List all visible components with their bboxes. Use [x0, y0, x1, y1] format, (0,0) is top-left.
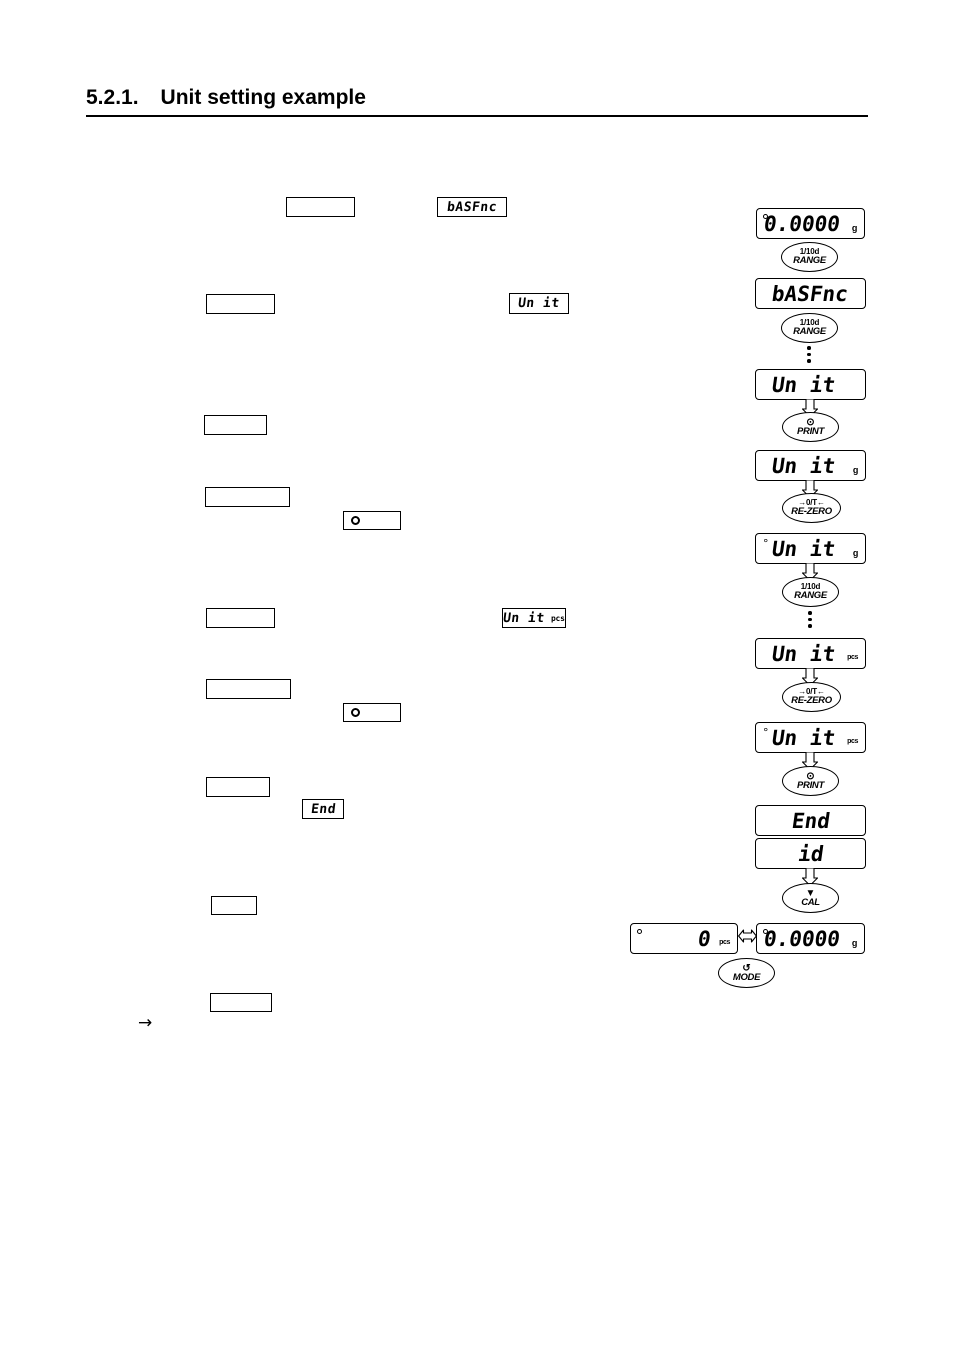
lcd-unit-label: pcs [719, 939, 730, 946]
key-rezero-2[interactable]: →0/T← RE-ZERO [782, 682, 841, 712]
inline-display-unit-pcs: Un it pcs [502, 608, 566, 628]
key-bottom-label: PRINT [796, 425, 824, 437]
display-unit-g: Un it g [755, 450, 866, 481]
inline-display-basfnc: bASFnc [437, 197, 507, 217]
stability-mark-chip-1 [343, 511, 401, 530]
inline-display-unit: Un it [509, 293, 569, 314]
display-unit-g-selected: ° Un it g [755, 533, 866, 564]
stability-dot-icon [637, 929, 642, 934]
selection-mark-icon: ° [763, 726, 769, 739]
lcd-value: id [796, 841, 825, 866]
display-id: id [755, 838, 866, 869]
step-9-caption-box [210, 993, 272, 1012]
lcd-value: bASFnc [770, 281, 850, 306]
stability-mark-chip-2 [343, 703, 401, 722]
lcd-segment-text: Un it [517, 296, 561, 311]
key-bottom-label: RANGE [793, 255, 826, 267]
key-bottom-label: MODE [732, 971, 761, 983]
mode-toggle-double-arrow-icon [738, 929, 757, 943]
stability-ring-icon [351, 516, 360, 525]
key-range-3[interactable]: 1/10d RANGE [782, 577, 839, 607]
selection-mark-icon: ° [763, 537, 769, 550]
dot [807, 352, 811, 356]
key-bottom-label: RANGE [794, 590, 827, 602]
step-4-caption-box [205, 487, 290, 507]
flow-continuation-dots-1 [807, 346, 811, 363]
step-5-caption-box [206, 608, 275, 628]
continuation-arrow-icon: → [138, 1013, 153, 1033]
lcd-segment-text: End [309, 801, 337, 817]
operation-flow-diagram: 0.0000 g 1/10d RANGE bASFnc 1/10d RANGE … [630, 196, 890, 996]
dot [808, 611, 812, 615]
display-weight-g: 0.0000 g [756, 923, 865, 954]
lcd-unit-label: pcs [551, 613, 565, 623]
lcd-value: End [789, 808, 832, 833]
key-cal[interactable]: ▼ CAL [782, 883, 839, 913]
display-unit: Un it [755, 369, 866, 400]
step-1-caption-box [286, 197, 355, 217]
lcd-unit-label: g [852, 548, 859, 558]
display-basfnc: bASFnc [755, 278, 866, 309]
lcd-value: Un it [770, 641, 837, 666]
display-unit-pcs-selected: ° Un it pcs [755, 722, 866, 753]
lcd-unit-label: g [851, 223, 858, 233]
step-7-caption-box [206, 777, 270, 797]
lcd-unit-label: pcs [847, 738, 858, 745]
manual-page: 5.2.1. Unit setting example bASFnc Un it… [0, 0, 954, 1350]
display-weighing-zero: 0.0000 g [756, 208, 865, 239]
key-range-2[interactable]: 1/10d RANGE [781, 313, 838, 343]
lcd-unit-label: g [851, 938, 858, 948]
step-2-caption-box [206, 294, 275, 314]
section-title: Unit setting example [160, 86, 366, 109]
section-number: 5.2.1. [86, 86, 139, 109]
dot [808, 617, 812, 621]
display-count-pcs: 0 pcs [630, 923, 738, 954]
step-8-caption-box [211, 896, 257, 915]
key-bottom-label: RE-ZERO [791, 695, 832, 707]
lcd-segment-text: bASFnc [446, 199, 498, 215]
key-print-2[interactable]: ⊙ PRINT [782, 766, 839, 796]
key-range-1[interactable]: 1/10d RANGE [781, 242, 838, 272]
inline-display-end: End [302, 799, 344, 819]
lcd-value: 0 [696, 926, 713, 951]
lcd-value: 0.0000 [762, 926, 842, 951]
lcd-unit-label: pcs [847, 654, 858, 661]
lcd-value: Un it [770, 536, 837, 561]
step-6-caption-box [206, 679, 291, 699]
flow-continuation-dots-2 [808, 611, 812, 628]
stability-ring-icon [351, 708, 360, 717]
key-print-1[interactable]: ⊙ PRINT [782, 412, 839, 442]
dot [808, 624, 812, 628]
key-bottom-label: RE-ZERO [791, 506, 832, 518]
lcd-value: 0.0000 [762, 211, 842, 236]
key-bottom-label: CAL [801, 896, 820, 908]
key-bottom-label: RANGE [793, 326, 826, 338]
dot [807, 346, 811, 350]
display-end: End [755, 805, 866, 836]
display-unit-pcs: Un it pcs [755, 638, 866, 669]
page-title: 5.2.1. Unit setting example [86, 86, 868, 117]
lcd-value: Un it [770, 725, 837, 750]
lcd-unit-label: g [852, 465, 859, 475]
step-3-caption-box [204, 415, 267, 435]
key-mode[interactable]: ↺ MODE [718, 958, 775, 988]
key-rezero-1[interactable]: →0/T← RE-ZERO [782, 493, 841, 523]
lcd-value: Un it [770, 372, 837, 397]
dot [807, 359, 811, 363]
lcd-segment-text: Un it [502, 610, 546, 626]
lcd-value: Un it [770, 453, 837, 478]
key-bottom-label: PRINT [796, 779, 824, 791]
